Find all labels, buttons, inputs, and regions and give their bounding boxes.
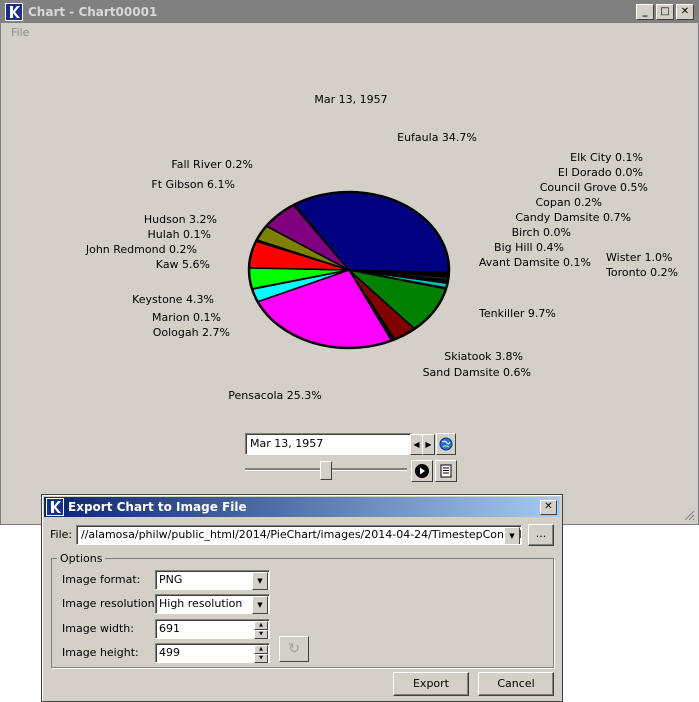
pie-label-ft-gibson: Ft Gibson 6.1% xyxy=(151,178,235,191)
maximize-icon[interactable]: □ xyxy=(656,4,674,20)
chart-title: Mar 13, 1957 xyxy=(314,93,387,106)
settings-button[interactable] xyxy=(435,460,457,482)
window-title: Chart - Chart00001 xyxy=(28,5,158,19)
file-label: File: xyxy=(50,528,73,541)
menu-bar: File xyxy=(1,23,698,41)
image-format-value: PNG xyxy=(159,573,183,586)
resize-grip-icon[interactable] xyxy=(683,509,695,521)
pie-label-skiatook: Skiatook 3.8% xyxy=(444,350,523,363)
pie-label-hudson: Hudson 3.2% xyxy=(144,213,217,226)
image-width-spinner[interactable]: 691 ▲ ▼ xyxy=(155,619,270,639)
pie-label-pensacola: Pensacola 25.3% xyxy=(228,389,321,402)
pie-label-el-dorado: El Dorado 0.0% xyxy=(558,166,643,179)
pie-label-wister: Wister 1.0% xyxy=(606,251,672,264)
play-button[interactable] xyxy=(411,460,433,482)
chart-window: Chart - Chart00001 _ □ ✕ File Mar 13, 19… xyxy=(0,0,699,525)
pie-label-sand-damsite: Sand Damsite 0.6% xyxy=(423,366,531,379)
refresh-icon[interactable]: ↻ xyxy=(279,636,309,662)
file-path-combo[interactable]: //alamosa/philw/public_html/2014/PieChar… xyxy=(76,525,522,545)
app-icon xyxy=(5,3,23,21)
dialog-close-icon[interactable]: ✕ xyxy=(540,500,557,515)
pie-label-john-redmond: John Redmond 0.2% xyxy=(85,243,197,256)
dialog-app-icon xyxy=(46,498,64,516)
options-label: Options xyxy=(57,552,106,565)
title-bar[interactable]: Chart - Chart00001 _ □ ✕ xyxy=(1,1,698,23)
pie-label-eufaula: Eufaula 34.7% xyxy=(397,131,477,144)
pie-label-oologah: Oologah 2.7% xyxy=(153,326,230,339)
pie-label-council-grove: Council Grove 0.5% xyxy=(540,181,648,194)
export-dialog: Export Chart to Image File ✕ File: //ala… xyxy=(41,494,563,702)
pie-label-fall-river: Fall River 0.2% xyxy=(171,158,253,171)
globe-icon[interactable] xyxy=(436,433,456,455)
minimize-icon[interactable]: _ xyxy=(636,4,654,20)
browse-button[interactable]: ... xyxy=(528,524,554,546)
spinner-down-icon[interactable]: ▼ xyxy=(254,630,268,639)
close-icon[interactable]: ✕ xyxy=(676,4,694,20)
chevron-down-icon[interactable]: ▼ xyxy=(252,572,268,590)
dialog-title: Export Chart to Image File xyxy=(68,500,247,514)
image-resolution-value: High resolution xyxy=(159,597,243,610)
date-field[interactable]: Mar 13, 1957 xyxy=(245,433,412,455)
pie-label-keystone: Keystone 4.3% xyxy=(132,293,214,306)
image-height-value: 499 xyxy=(159,646,180,659)
image-format-label: Image format: xyxy=(62,573,141,586)
menu-file[interactable]: File xyxy=(11,26,29,39)
image-resolution-select[interactable]: High resolution ▼ xyxy=(155,594,270,614)
export-button[interactable]: Export xyxy=(393,672,469,696)
spinner-up-icon[interactable]: ▲ xyxy=(254,621,268,630)
cancel-button[interactable]: Cancel xyxy=(478,672,554,696)
spinner-up-icon[interactable]: ▲ xyxy=(254,645,268,654)
image-resolution-label: Image resolution: xyxy=(62,597,159,610)
time-slider-thumb[interactable] xyxy=(320,461,332,480)
image-height-label: Image height: xyxy=(62,646,139,659)
pie-label-kaw: Kaw 5.6% xyxy=(156,258,210,271)
pie-label-birch: Birch 0.0% xyxy=(512,226,571,239)
chevron-down-icon[interactable]: ▼ xyxy=(252,596,268,614)
pie-label-avant-damsite: Avant Damsite 0.1% xyxy=(479,256,591,269)
spinner-down-icon[interactable]: ▼ xyxy=(254,654,268,663)
pie-label-toronto: Toronto 0.2% xyxy=(605,266,678,279)
list-icon xyxy=(440,464,452,478)
pie-label-copan: Copan 0.2% xyxy=(535,196,602,209)
pie-label-big-hill: Big Hill 0.4% xyxy=(494,241,564,254)
image-width-label: Image width: xyxy=(62,622,134,635)
image-height-spinner[interactable]: 499 ▲ ▼ xyxy=(155,643,270,663)
date-value: Mar 13, 1957 xyxy=(250,437,324,450)
image-width-value: 691 xyxy=(159,622,180,635)
chevron-down-icon[interactable]: ▼ xyxy=(504,527,520,544)
play-icon xyxy=(415,464,429,478)
pie-label-candy-damsite: Candy Damsite 0.7% xyxy=(515,211,631,224)
image-format-select[interactable]: PNG ▼ xyxy=(155,570,270,590)
dialog-title-bar[interactable]: Export Chart to Image File ✕ xyxy=(44,497,560,517)
date-next-icon[interactable]: ▶ xyxy=(422,434,435,455)
pie-label-marion: Marion 0.1% xyxy=(152,311,221,324)
pie-chart-svg: Mar 13, 1957 Eufaula 34.7% Elk City 0.1% E… xyxy=(85,93,678,402)
pie-label-hulah: Hulah 0.1% xyxy=(148,228,211,241)
pie-label-tenkiller: Tenkiller 9.7% xyxy=(478,307,556,320)
file-path-value: //alamosa/philw/public_html/2014/PieChar… xyxy=(81,528,522,541)
pie-label-elk-city: Elk City 0.1% xyxy=(570,151,643,164)
pie-chart: Mar 13, 1957 Eufaula 34.7% Elk City 0.1% E… xyxy=(1,43,698,423)
